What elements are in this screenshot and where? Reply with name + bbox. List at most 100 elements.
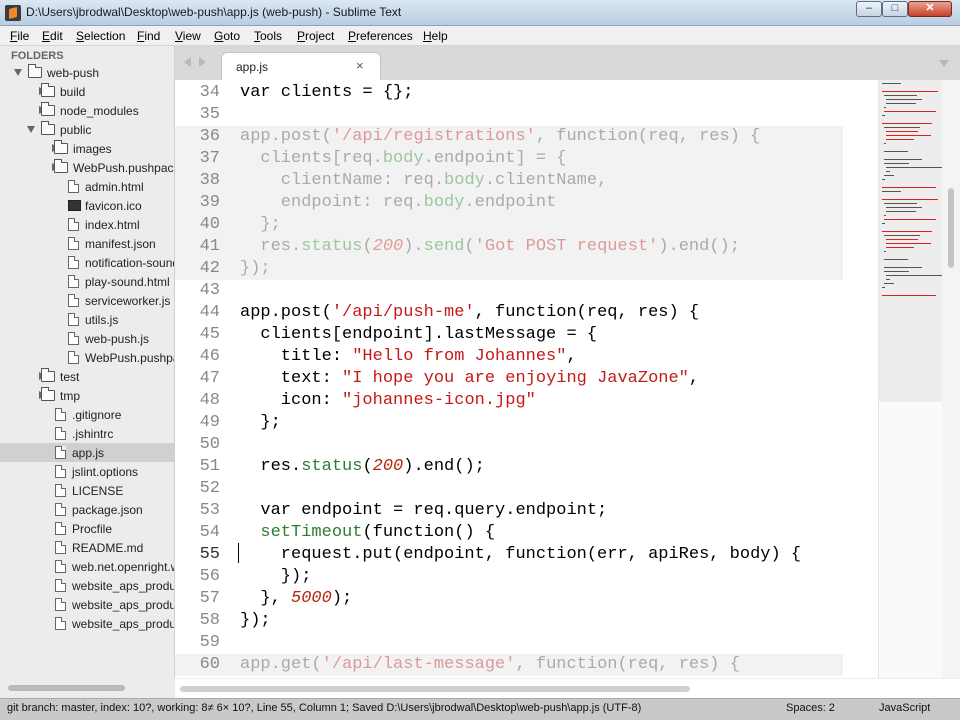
sidebar-file[interactable]: jslint.options [0, 462, 174, 481]
sidebar-folder[interactable]: node_modules [0, 101, 174, 120]
file-icon [55, 446, 66, 459]
code-line[interactable]: 42}); [175, 258, 843, 280]
sidebar-scrollbar-thumb[interactable] [8, 685, 125, 691]
minimap-viewport[interactable] [879, 80, 942, 402]
tree-item-label: node_modules [60, 104, 139, 118]
sidebar-horizontal-scrollbar[interactable] [0, 678, 175, 698]
sidebar-folder[interactable]: WebPush.pushpackage [0, 158, 174, 177]
sidebar-file[interactable]: favicon.ico [0, 196, 174, 215]
code-line[interactable]: 51 res.status(200).end(); [175, 456, 878, 478]
syntax-selector[interactable]: JavaScript [879, 702, 930, 714]
sidebar-file[interactable]: website_aps_production [0, 576, 174, 595]
code-line[interactable]: 57 }, 5000); [175, 588, 878, 610]
code-line[interactable]: 40 }; [175, 214, 843, 236]
minimap-line [884, 235, 921, 236]
code-line[interactable]: 56 }); [175, 566, 878, 588]
code-line[interactable]: 54 setTimeout(function() { [175, 522, 878, 544]
code-line[interactable]: 53 var endpoint = req.query.endpoint; [175, 500, 878, 522]
menu-goto[interactable]: Goto [214, 29, 240, 43]
sidebar-file[interactable]: WebPush.pushpackage.zip [0, 348, 174, 367]
menu-preferences[interactable]: Preferences [348, 29, 413, 43]
code-line[interactable]: 45 clients[endpoint].lastMessage = { [175, 324, 878, 346]
minimize-button[interactable]: ‒ [856, 1, 882, 17]
code-line[interactable]: 55 request.put(endpoint, function(err, a… [175, 544, 878, 566]
code-line[interactable]: 49 }; [175, 412, 878, 434]
sidebar-file[interactable]: .gitignore [0, 405, 174, 424]
sidebar-folder[interactable]: images [0, 139, 174, 158]
code-line[interactable]: 47 text: "I hope you are enjoying JavaZo… [175, 368, 878, 390]
code-line[interactable]: 44 app.post('/api/push-me', function(req,… [175, 302, 878, 324]
menu-view[interactable]: View [175, 29, 201, 43]
editor-horizontal-scrollbar[interactable] [175, 678, 960, 698]
sidebar-file[interactable]: package.json [0, 500, 174, 519]
sidebar-file[interactable]: README.md [0, 538, 174, 557]
code-text: app.post('/api/push-me', function(req, r… [240, 302, 699, 324]
sidebar-file[interactable]: index.html [0, 215, 174, 234]
minimap-line [882, 231, 932, 232]
sidebar-folder[interactable]: web-push [0, 63, 174, 82]
code-line[interactable]: 35 [175, 104, 878, 126]
sidebar-file[interactable]: website_aps_production [0, 614, 174, 633]
indentation-setting[interactable]: Spaces: 2 [786, 702, 835, 714]
folder-icon [54, 159, 68, 173]
vertical-scrollbar-thumb[interactable] [948, 188, 954, 268]
tab-close-icon[interactable]: × [356, 58, 364, 73]
minimap-line [886, 131, 919, 132]
sidebar-file[interactable]: notification-sound.mp3 [0, 253, 174, 272]
tab-nav-left-icon[interactable] [184, 57, 191, 67]
code-line[interactable]: 50 [175, 434, 878, 456]
sidebar-file[interactable]: .jshintrc [0, 424, 174, 443]
disclosure-open-icon[interactable] [14, 69, 22, 76]
sidebar-file[interactable]: LICENSE [0, 481, 174, 500]
sidebar-file[interactable]: website_aps_production [0, 595, 174, 614]
sidebar-file[interactable]: admin.html [0, 177, 174, 196]
code-line[interactable]: 39 endpoint: req.body.endpoint [175, 192, 843, 214]
minimap-line [882, 83, 901, 84]
disclosure-open-icon[interactable] [27, 126, 35, 133]
sidebar-folder[interactable]: tmp [0, 386, 174, 405]
maximize-button[interactable]: □ [882, 1, 908, 17]
code-line[interactable]: 43 [175, 280, 878, 302]
code-line[interactable]: 37 clients[req.body.endpoint] = { [175, 148, 843, 170]
sidebar-file[interactable]: app.js [0, 443, 174, 462]
menu-help[interactable]: Help [423, 29, 448, 43]
code-line[interactable]: 58}); [175, 610, 878, 632]
sidebar-file[interactable]: utils.js [0, 310, 174, 329]
code-line[interactable]: 41 res.status(200).send('Got POST reques… [175, 236, 843, 258]
sidebar-folder[interactable]: build [0, 82, 174, 101]
token: clients[req. [240, 149, 383, 168]
sidebar-file[interactable]: web-push.js [0, 329, 174, 348]
sidebar-folder[interactable]: test [0, 367, 174, 386]
menu-edit[interactable]: Edit [42, 29, 63, 43]
code-line[interactable]: 48 icon: "johannes-icon.jpg" [175, 390, 878, 412]
line-number: 53 [199, 501, 220, 520]
code-line[interactable]: 46 title: "Hello from Johannes", [175, 346, 878, 368]
code-line[interactable]: 60 app.get('/api/last-message', function(… [175, 654, 843, 676]
minimap[interactable] [878, 80, 942, 678]
token-fn: status [301, 457, 363, 476]
sidebar-file[interactable]: play-sound.html [0, 272, 174, 291]
menu-file[interactable]: File [10, 29, 29, 43]
menu-selection[interactable]: Selection [76, 29, 125, 43]
tab-nav-right-icon[interactable] [199, 57, 206, 67]
editor-scrollbar-thumb[interactable] [180, 686, 690, 692]
tab-app-js[interactable]: app.js × [221, 52, 381, 80]
sidebar-file[interactable]: web.net.openright.webpush [0, 557, 174, 576]
code-line[interactable]: 36 app.post('/api/registrations', functio… [175, 126, 843, 148]
minimap-line [884, 159, 922, 160]
sidebar-file[interactable]: Procfile [0, 519, 174, 538]
vertical-scrollbar[interactable] [942, 80, 960, 678]
code-line[interactable]: 52 [175, 478, 878, 500]
sidebar-file[interactable]: serviceworker.js [0, 291, 174, 310]
sidebar-file[interactable]: manifest.json [0, 234, 174, 253]
tab-list-dropdown-icon[interactable] [939, 60, 949, 67]
close-button[interactable]: ✕ [908, 1, 952, 17]
code-editor[interactable]: 34 var clients = {}; 35 36 app.post('/api/re… [175, 80, 878, 678]
menu-find[interactable]: Find [137, 29, 160, 43]
sidebar-folder[interactable]: public [0, 120, 174, 139]
menu-tools[interactable]: Tools [254, 29, 282, 43]
code-line[interactable]: 38 clientName: req.body.clientName, [175, 170, 843, 192]
code-line[interactable]: 59 [175, 632, 878, 654]
menu-project[interactable]: Project [297, 29, 334, 43]
code-line[interactable]: 34 var clients = {}; [175, 82, 878, 104]
